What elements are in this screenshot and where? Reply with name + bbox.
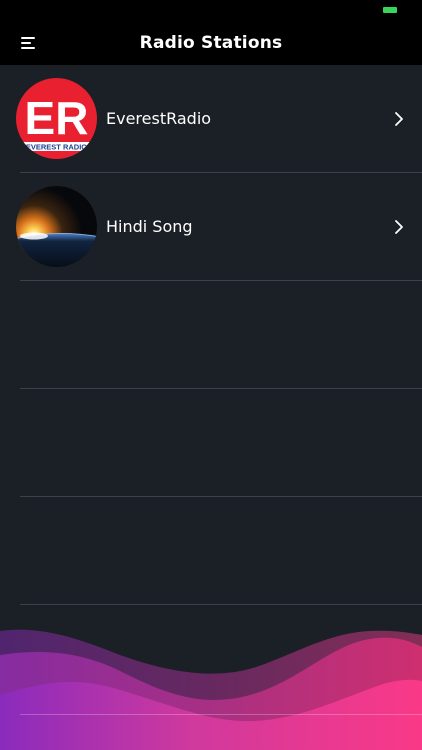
- station-name: EverestRadio: [106, 109, 212, 128]
- station-name: Hindi Song: [106, 217, 193, 236]
- empty-row: [0, 497, 422, 605]
- navigation-bar: Radio Stations: [0, 20, 422, 65]
- hamburger-menu-icon[interactable]: [18, 33, 38, 53]
- station-row-everestradio[interactable]: ER EVEREST RADIO EverestRadio: [0, 65, 422, 173]
- station-row-hindi-song[interactable]: Hindi Song: [0, 173, 422, 281]
- empty-row: [0, 281, 422, 389]
- chevron-right-icon: [395, 220, 403, 234]
- status-bar: [0, 0, 422, 20]
- chevron-right-icon: [395, 112, 403, 126]
- battery-icon: [383, 7, 397, 13]
- svg-text:EVEREST RADIO: EVEREST RADIO: [26, 143, 87, 152]
- row-divider: [20, 604, 422, 605]
- svg-text:ER: ER: [25, 92, 89, 144]
- page-title: Radio Stations: [139, 32, 283, 53]
- hindi-song-logo: [16, 186, 97, 267]
- everest-radio-logo: ER EVEREST RADIO: [16, 78, 97, 159]
- station-list: ER EVEREST RADIO EverestRadio Hindi Song: [0, 65, 422, 605]
- decorative-wave: [0, 629, 422, 750]
- row-divider: [20, 714, 422, 715]
- empty-row: [0, 389, 422, 497]
